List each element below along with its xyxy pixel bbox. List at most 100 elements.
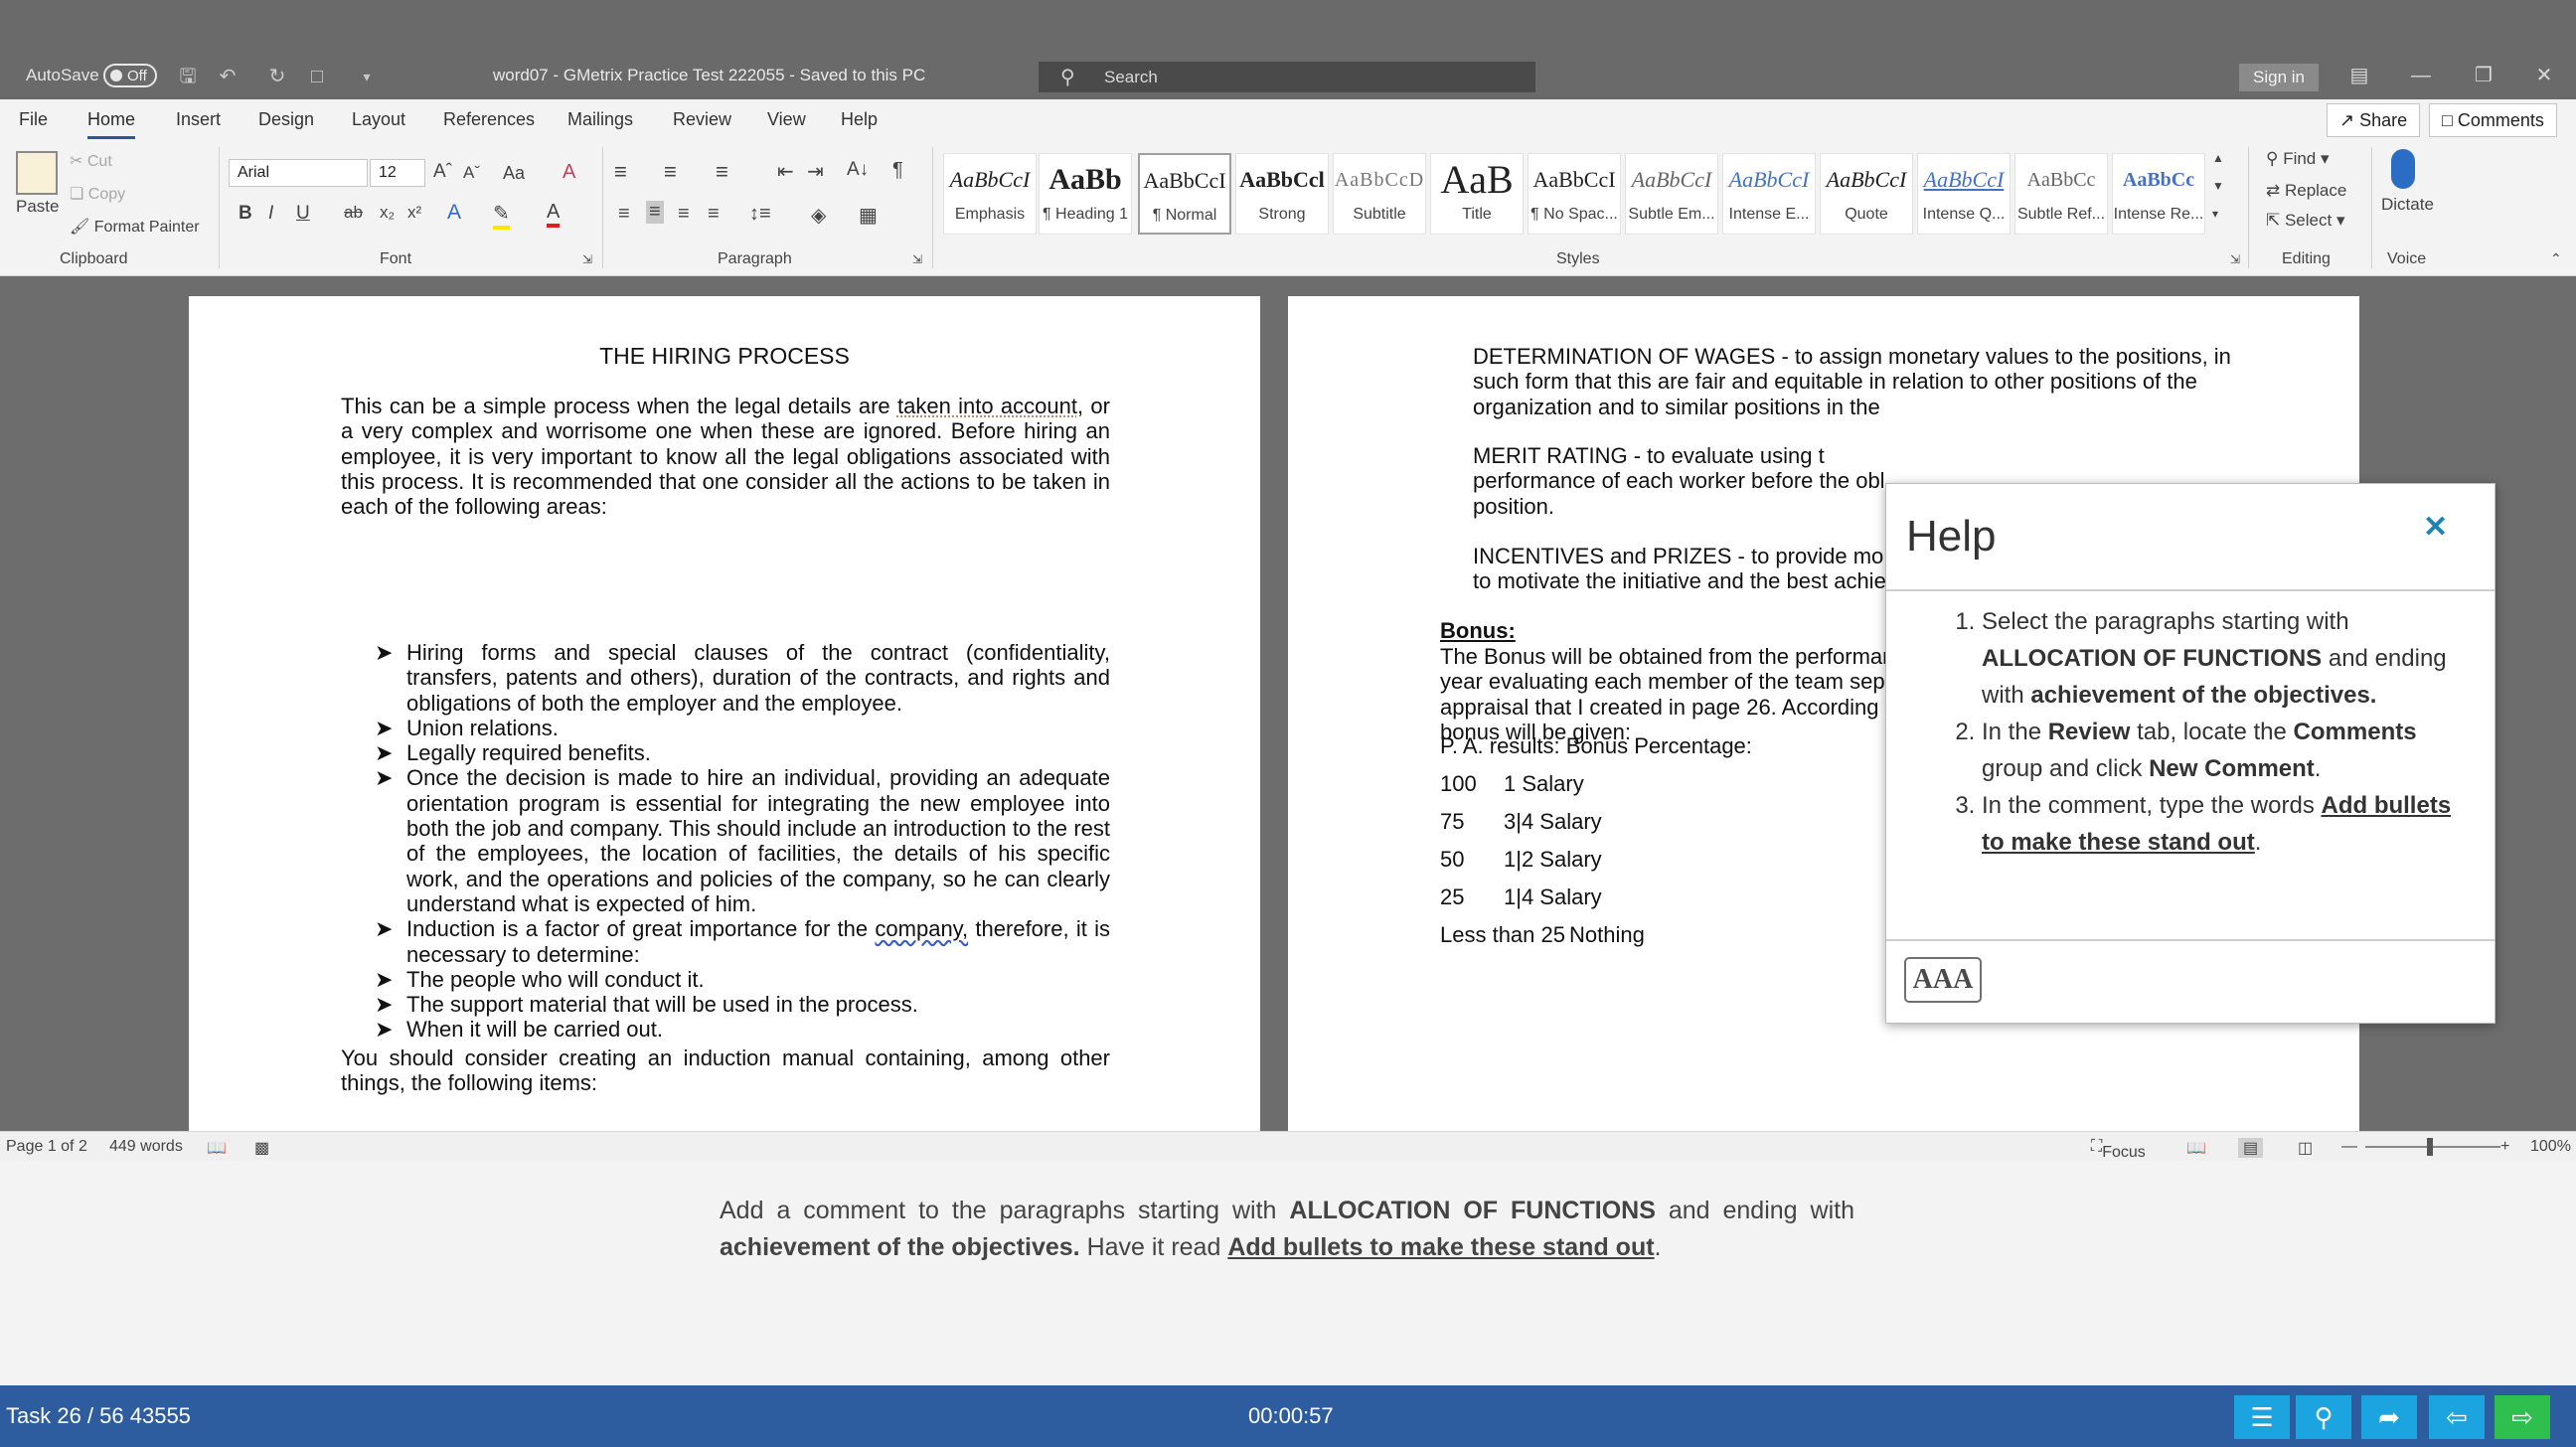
zoom-out-icon[interactable]: —: [2341, 1138, 2357, 1156]
skip-button[interactable]: ➦: [2361, 1395, 2417, 1439]
format-painter-button[interactable]: 🖌 Format Painter: [70, 217, 200, 237]
subscript-icon[interactable]: x₂: [380, 203, 395, 223]
tab-review[interactable]: Review: [673, 109, 731, 130]
style-subtle-reference[interactable]: AaBbCc Subtle Ref...: [2014, 153, 2108, 235]
style-intense-quote[interactable]: AaBbCcI Intense Q...: [1917, 153, 2011, 235]
paste-button[interactable]: Paste: [16, 197, 59, 217]
line-spacing-icon[interactable]: ↕≡: [749, 203, 771, 226]
text-effects-icon[interactable]: A: [447, 201, 461, 225]
multilevel-list-icon[interactable]: ≡: [716, 159, 728, 185]
bullets-icon[interactable]: ≡: [614, 159, 627, 185]
zoom-level[interactable]: 100%: [2530, 1138, 2571, 1156]
table-row[interactable]: 50 1|2 Salary: [1440, 847, 1738, 884]
focus-button[interactable]: ⛶ Focus: [2091, 1138, 2146, 1161]
list-item[interactable]: ➤ The people who will conduct it.: [375, 967, 1110, 992]
shading-icon[interactable]: ◈: [811, 203, 826, 228]
numbering-icon[interactable]: ≡: [664, 159, 677, 185]
style-strong[interactable]: AaBbCcl Strong: [1235, 153, 1329, 235]
accessibility-icon[interactable]: ▩: [254, 1138, 269, 1158]
strikethrough-icon[interactable]: ab: [344, 203, 363, 223]
tab-view[interactable]: View: [767, 109, 806, 130]
sort-icon[interactable]: A↓: [847, 159, 869, 181]
change-case-icon[interactable]: Aa: [503, 163, 525, 184]
dictate-button[interactable]: Dictate: [2381, 195, 2434, 215]
tab-insert[interactable]: Insert: [176, 109, 221, 130]
style-heading-1[interactable]: AaBb ¶ Heading 1: [1039, 153, 1132, 235]
styles-more-icon[interactable]: ▾: [2212, 207, 2218, 221]
tab-mailings[interactable]: Mailings: [567, 109, 633, 130]
style-normal[interactable]: AaBbCcI ¶ Normal: [1138, 153, 1231, 235]
ribbon-display-icon[interactable]: ▤: [2339, 60, 2379, 91]
page-1[interactable]: THE HIRING PROCESS This can be a simple …: [189, 296, 1260, 1131]
zoom-slider[interactable]: [2365, 1146, 2500, 1148]
grow-font-icon[interactable]: Aˆ: [433, 161, 452, 183]
page-count[interactable]: Page 1 of 2: [6, 1138, 87, 1156]
italic-icon[interactable]: I: [268, 203, 273, 225]
font-size-select[interactable]: 12: [370, 159, 425, 187]
justify-icon[interactable]: ≡: [708, 203, 720, 226]
customize-qat-icon[interactable]: ▾: [354, 64, 380, 89]
web-layout-icon[interactable]: ◫: [2298, 1138, 2313, 1158]
list-item[interactable]: ➤ When it will be carried out.: [375, 1017, 1110, 1042]
table-row[interactable]: Less than 25 Nothing: [1440, 922, 1738, 960]
touch-mode-icon[interactable]: □: [304, 64, 330, 89]
replace-button[interactable]: ⇄ Replace: [2266, 181, 2346, 201]
word-count[interactable]: 449 words: [109, 1138, 183, 1156]
style-emphasis[interactable]: AaBbCcI Emphasis: [943, 153, 1037, 235]
bold-icon[interactable]: B: [239, 203, 252, 225]
align-right-icon[interactable]: ≡: [678, 203, 690, 226]
style-intense-reference[interactable]: AaBbCc Intense Re...: [2112, 153, 2205, 235]
find-button[interactable]: ⚲ Find ▾: [2266, 149, 2330, 169]
restore-icon[interactable]: ❐: [2464, 60, 2503, 91]
align-left-icon[interactable]: ≡: [618, 203, 630, 226]
undo-icon[interactable]: ↶: [215, 64, 241, 89]
proofing-icon[interactable]: 📖: [207, 1138, 227, 1158]
task-list-button[interactable]: ☰: [2234, 1395, 2290, 1439]
style-no-spacing[interactable]: AaBbCcI ¶ No Spac...: [1528, 153, 1621, 235]
tab-home[interactable]: Home: [87, 109, 136, 139]
next-button[interactable]: ⇨: [2495, 1395, 2550, 1439]
intro-flagged-phrase[interactable]: taken into account: [897, 394, 1077, 418]
decrease-indent-icon[interactable]: ⇤: [777, 159, 794, 184]
table-row[interactable]: 25 1|4 Salary: [1440, 884, 1738, 922]
list-item[interactable]: ➤ Legally required benefits.: [375, 740, 1110, 765]
sign-in-button[interactable]: Sign in: [2239, 64, 2319, 91]
tab-layout[interactable]: Layout: [352, 109, 405, 130]
read-mode-icon[interactable]: 📖: [2186, 1138, 2206, 1158]
align-center-icon[interactable]: ≡: [646, 201, 664, 224]
increase-indent-icon[interactable]: ⇥: [807, 159, 824, 184]
save-icon[interactable]: 🖫: [175, 64, 201, 89]
tab-design[interactable]: Design: [258, 109, 314, 130]
microphone-icon[interactable]: [2391, 149, 2415, 189]
collapse-ribbon-icon[interactable]: ⌃: [2550, 250, 2562, 267]
shrink-font-icon[interactable]: Aˇ: [463, 163, 480, 183]
font-family-select[interactable]: Arial: [229, 159, 368, 187]
cut-button[interactable]: ✂ Cut: [70, 151, 112, 171]
styles-dialog-launcher-icon[interactable]: ⇲: [2230, 252, 2240, 266]
tab-help[interactable]: Help: [841, 109, 878, 130]
superscript-icon[interactable]: x²: [407, 203, 421, 223]
tab-file[interactable]: File: [19, 109, 48, 130]
minimize-icon[interactable]: —: [2401, 60, 2441, 91]
share-button[interactable]: ↗ Share: [2327, 103, 2421, 137]
list-item[interactable]: ➤ Union relations.: [375, 716, 1110, 740]
show-formatting-icon[interactable]: ¶: [892, 159, 903, 182]
table-row[interactable]: 100 1 Salary: [1440, 771, 1738, 809]
style-quote[interactable]: AaBbCcI Quote: [1820, 153, 1913, 235]
close-icon[interactable]: ✕: [2524, 60, 2564, 91]
comments-button[interactable]: □ Comments: [2429, 103, 2557, 137]
closing-paragraph[interactable]: You should consider creating an inductio…: [341, 1045, 1110, 1096]
hint-button[interactable]: ⚲: [2296, 1395, 2351, 1439]
induction-flagged-word[interactable]: company,: [875, 916, 968, 941]
search-box[interactable]: ⚲ Search: [1039, 62, 1535, 92]
copy-button[interactable]: ❏ Copy: [70, 184, 125, 204]
previous-button[interactable]: ⇦: [2429, 1395, 2485, 1439]
intro-paragraph[interactable]: This can be a simple process when the le…: [341, 394, 1110, 519]
styles-scroll-down-icon[interactable]: ▼: [2212, 179, 2224, 193]
highlight-icon[interactable]: ✎: [493, 201, 510, 230]
style-title[interactable]: AaB Title: [1430, 153, 1524, 235]
clear-formatting-icon[interactable]: A: [563, 161, 575, 184]
help-close-icon[interactable]: ✕: [2423, 510, 2448, 545]
borders-icon[interactable]: ▦: [859, 203, 878, 228]
paragraph-dialog-launcher-icon[interactable]: ⇲: [912, 252, 922, 266]
